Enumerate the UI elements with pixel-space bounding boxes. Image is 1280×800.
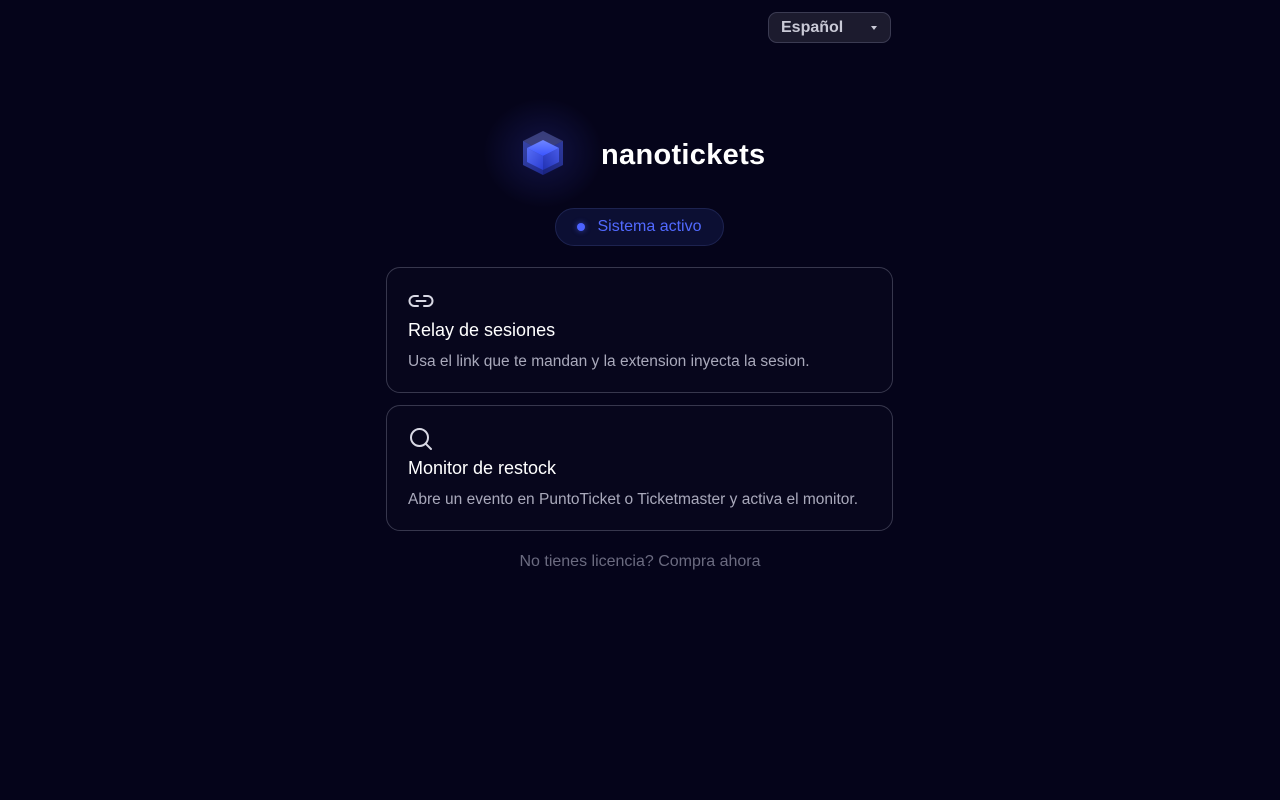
- language-select[interactable]: Español: [768, 12, 891, 43]
- status-badge: Sistema activo: [555, 208, 724, 246]
- feature-description: Usa el link que te mandan y la extension…: [408, 353, 810, 370]
- language-select-value: Español: [781, 18, 844, 36]
- cube-logo-icon: [523, 131, 563, 175]
- brand-name: nanotickets: [601, 139, 766, 171]
- feature-title: Monitor de restock: [408, 458, 557, 478]
- buy-license-link[interactable]: No tienes licencia? Compra ahora: [0, 553, 1280, 571]
- brand-header: nanotickets: [0, 98, 1280, 208]
- status-label: Sistema activo: [597, 218, 702, 235]
- feature-card-session-relay[interactable]: Relay de sesiones Usa el link que te man…: [386, 267, 893, 393]
- link-icon: [408, 295, 434, 307]
- feature-card-restock-monitor[interactable]: Monitor de restock Abre un evento en Pun…: [386, 405, 893, 531]
- feature-title: Relay de sesiones: [408, 320, 556, 340]
- status-dot: [577, 223, 586, 231]
- chevron-down-icon: [871, 25, 877, 30]
- popup-page: Español nanotickets Sistema activo Relay…: [0, 0, 1280, 800]
- search-icon: [410, 428, 432, 450]
- feature-description: Abre un evento en PuntoTicket o Ticketma…: [408, 491, 859, 508]
